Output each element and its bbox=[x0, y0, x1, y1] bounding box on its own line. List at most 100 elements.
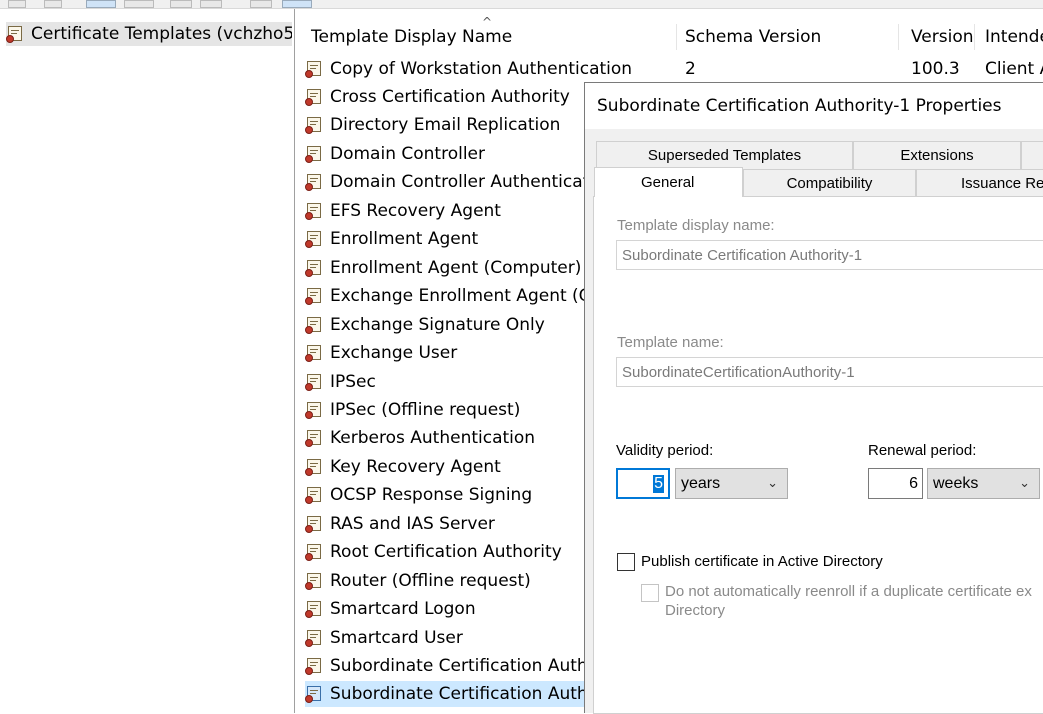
table-row[interactable]: Key Recovery Agent bbox=[305, 454, 501, 480]
row-name: IPSec bbox=[330, 372, 376, 392]
column-header-version[interactable]: Version bbox=[899, 24, 975, 50]
tree-item-certificate-templates[interactable]: Certificate Templates (vchzho563 bbox=[6, 22, 292, 46]
row-name: Router (Offline request) bbox=[330, 571, 531, 591]
table-row[interactable]: Subordinate Certification Autho bbox=[305, 653, 598, 679]
no-auto-reenroll-label: Do not automatically reenroll if a dupli… bbox=[665, 583, 1032, 600]
certificate-template-icon bbox=[305, 287, 322, 305]
certificate-template-icon bbox=[305, 373, 322, 391]
certificate-template-icon bbox=[305, 88, 322, 106]
chevron-down-icon: ⌄ bbox=[1019, 475, 1030, 490]
properties-dialog: Subordinate Certification Authority-1 Pr… bbox=[584, 82, 1043, 714]
row-name: Enrollment Agent (Computer) bbox=[330, 258, 582, 278]
tab-more[interactable] bbox=[1021, 141, 1043, 169]
column-header-schema-version[interactable]: Schema Version bbox=[673, 24, 899, 50]
validity-period-input[interactable]: 5 bbox=[616, 468, 670, 499]
tab-extensions[interactable]: Extensions bbox=[853, 141, 1021, 169]
certificate-template-icon bbox=[305, 344, 322, 362]
table-row[interactable]: OCSP Response Signing bbox=[305, 482, 532, 508]
toolbar-button-props[interactable] bbox=[124, 0, 154, 8]
no-auto-reenroll-checkbox[interactable] bbox=[641, 584, 659, 602]
certificate-template-icon bbox=[305, 458, 322, 476]
renewal-unit-select[interactable]: weeks ⌄ bbox=[927, 468, 1040, 499]
table-row[interactable]: EFS Recovery Agent bbox=[305, 198, 501, 224]
row-name: Domain Controller Authenticatio bbox=[330, 172, 605, 192]
row-name: Exchange Signature Only bbox=[330, 315, 545, 335]
tab-general[interactable]: General bbox=[594, 167, 743, 197]
renewal-period-label: Renewal period: bbox=[868, 442, 977, 459]
tab-superseded-templates[interactable]: Superseded Templates bbox=[596, 141, 853, 169]
table-row[interactable]: Smartcard Logon bbox=[305, 596, 476, 622]
row-version: 100.3 bbox=[911, 59, 960, 79]
row-name: Copy of Workstation Authentication bbox=[330, 59, 633, 79]
row-name: Cross Certification Authority bbox=[330, 87, 570, 107]
column-header-intended-purposes[interactable]: Intende bbox=[975, 24, 1043, 50]
tab-issuance-requirements[interactable]: Issuance Re bbox=[916, 169, 1043, 197]
validity-unit-select[interactable]: years ⌄ bbox=[675, 468, 788, 499]
table-row[interactable]: Subordinate Certification Autho bbox=[305, 681, 598, 707]
row-name: Key Recovery Agent bbox=[330, 457, 501, 477]
table-row[interactable]: Domain Controller Authenticatio bbox=[305, 169, 604, 195]
dialog-titlebar[interactable]: Subordinate Certification Authority-1 Pr… bbox=[585, 83, 1043, 129]
certificate-template-icon bbox=[305, 202, 322, 220]
template-display-name-field[interactable]: Subordinate Certification Authority-1 bbox=[616, 240, 1043, 270]
row-name: Exchange Enrollment Agent (Off bbox=[330, 286, 604, 306]
certificate-template-icon bbox=[305, 316, 322, 334]
certificate-template-icon bbox=[305, 486, 322, 504]
certificate-template-icon bbox=[305, 629, 322, 647]
row-name: Enrollment Agent bbox=[330, 229, 479, 249]
certificate-template-icon bbox=[305, 401, 322, 419]
row-name: Smartcard Logon bbox=[330, 599, 476, 619]
certificate-template-icon bbox=[305, 657, 322, 675]
row-name: Subordinate Certification Autho bbox=[330, 684, 599, 704]
row-name: Kerberos Authentication bbox=[330, 428, 536, 448]
table-row[interactable]: Enrollment Agent (Computer) bbox=[305, 255, 581, 281]
template-name-label: Template name: bbox=[617, 334, 724, 351]
renewal-period-input[interactable]: 6 bbox=[868, 468, 923, 499]
row-name: Root Certification Authority bbox=[330, 542, 562, 562]
table-row[interactable]: IPSec bbox=[305, 369, 376, 395]
table-row[interactable]: Copy of Workstation Authentication bbox=[305, 56, 632, 82]
tab-compatibility[interactable]: Compatibility bbox=[743, 169, 916, 197]
table-row[interactable]: Smartcard User bbox=[305, 625, 463, 651]
tree-item-label: Certificate Templates (vchzho563 bbox=[31, 24, 292, 44]
certificate-template-icon bbox=[305, 173, 322, 191]
certificate-template-icon bbox=[305, 685, 322, 703]
forward-button[interactable] bbox=[44, 0, 62, 8]
table-row[interactable]: Directory Email Replication bbox=[305, 112, 560, 138]
row-name: OCSP Response Signing bbox=[330, 485, 533, 505]
row-name: IPSec (Offline request) bbox=[330, 400, 521, 420]
row-name: Exchange User bbox=[330, 343, 458, 363]
row-name: RAS and IAS Server bbox=[330, 514, 495, 534]
table-row[interactable]: Cross Certification Authority bbox=[305, 84, 570, 110]
back-button[interactable] bbox=[8, 0, 26, 8]
toolbar-button-active[interactable] bbox=[282, 0, 312, 8]
table-row[interactable]: Router (Offline request) bbox=[305, 568, 531, 594]
table-row[interactable]: Exchange User bbox=[305, 340, 457, 366]
table-row[interactable]: Exchange Signature Only bbox=[305, 312, 545, 338]
table-row[interactable]: Root Certification Authority bbox=[305, 539, 562, 565]
row-name: Smartcard User bbox=[330, 628, 463, 648]
row-name: Directory Email Replication bbox=[330, 115, 561, 135]
certificate-template-icon bbox=[305, 429, 322, 447]
certificate-template-icon bbox=[305, 145, 322, 163]
table-row[interactable]: Kerberos Authentication bbox=[305, 425, 535, 451]
table-row[interactable]: RAS and IAS Server bbox=[305, 511, 495, 537]
certificate-template-icon bbox=[305, 600, 322, 618]
toolbar-button-view[interactable] bbox=[250, 0, 272, 8]
dialog-title: Subordinate Certification Authority-1 Pr… bbox=[597, 96, 1002, 116]
certificate-template-icon bbox=[305, 572, 322, 590]
table-row[interactable]: Enrollment Agent bbox=[305, 226, 478, 252]
table-row[interactable]: Exchange Enrollment Agent (Off bbox=[305, 283, 604, 309]
template-name-field[interactable]: SubordinateCertificationAuthority-1 bbox=[616, 357, 1043, 387]
table-row[interactable]: IPSec (Offline request) bbox=[305, 397, 520, 423]
toolbar-button-export[interactable] bbox=[170, 0, 192, 8]
validity-period-label: Validity period: bbox=[616, 442, 714, 459]
column-header-display-name[interactable]: Template Display Name bbox=[299, 24, 677, 50]
toolbar-button-help[interactable] bbox=[200, 0, 222, 8]
no-auto-reenroll-label-line2: Directory bbox=[665, 602, 726, 619]
publish-in-ad-checkbox[interactable] bbox=[617, 553, 635, 571]
toolbar-button-tree[interactable] bbox=[86, 0, 116, 8]
row-schema-version: 2 bbox=[685, 59, 696, 79]
table-row[interactable]: Domain Controller bbox=[305, 141, 485, 167]
row-intended-purpose: Client A bbox=[985, 59, 1043, 79]
